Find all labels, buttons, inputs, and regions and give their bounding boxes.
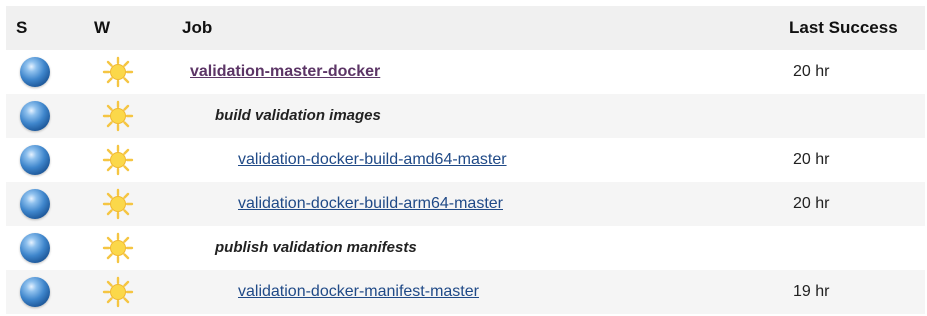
weather-column-header[interactable]: W: [84, 6, 168, 50]
job-link-build-arm64[interactable]: validation-docker-build-arm64-master: [238, 195, 503, 212]
sunny-weather-icon: [102, 232, 134, 264]
blue-ball-icon: [20, 101, 50, 131]
blue-ball-icon: [20, 145, 50, 175]
job-column-header[interactable]: Job: [168, 6, 789, 50]
last-success-value: 19 hr: [793, 283, 830, 300]
last-success-value: 20 hr: [793, 63, 830, 80]
last-success-value: [789, 226, 925, 270]
last-success-column-header[interactable]: Last Success: [789, 6, 925, 50]
stage-group-label: build validation images: [215, 107, 381, 124]
table-row: validation-master-docker 20 hr: [6, 50, 925, 94]
table-row: publish validation manifests: [6, 226, 925, 270]
job-list-view: S W Job Last Success validation-master-d…: [0, 0, 927, 316]
table-row: validation-docker-build-amd64-master 20 …: [6, 138, 925, 182]
sunny-weather-icon: [102, 100, 134, 132]
status-column-header[interactable]: S: [6, 6, 84, 50]
last-success-value: 20 hr: [793, 151, 830, 168]
job-link-validation-master-docker[interactable]: validation-master-docker: [190, 63, 380, 80]
last-success-value: [789, 94, 925, 138]
job-link-manifest[interactable]: validation-docker-manifest-master: [238, 283, 479, 300]
blue-ball-icon: [20, 233, 50, 263]
last-success-value: 20 hr: [793, 195, 830, 212]
blue-ball-icon: [20, 277, 50, 307]
stage-group-label: publish validation manifests: [215, 239, 417, 256]
blue-ball-icon: [20, 189, 50, 219]
table-row: validation-docker-build-arm64-master 20 …: [6, 182, 925, 226]
sunny-weather-icon: [102, 56, 134, 88]
blue-ball-icon: [20, 57, 50, 87]
sunny-weather-icon: [102, 144, 134, 176]
sunny-weather-icon: [102, 276, 134, 308]
job-link-build-amd64[interactable]: validation-docker-build-amd64-master: [238, 151, 507, 168]
sunny-weather-icon: [102, 188, 134, 220]
table-row: validation-docker-manifest-master 19 hr: [6, 270, 925, 314]
jobs-table: S W Job Last Success validation-master-d…: [6, 6, 925, 314]
table-header-row: S W Job Last Success: [6, 6, 925, 50]
table-row: build validation images: [6, 94, 925, 138]
